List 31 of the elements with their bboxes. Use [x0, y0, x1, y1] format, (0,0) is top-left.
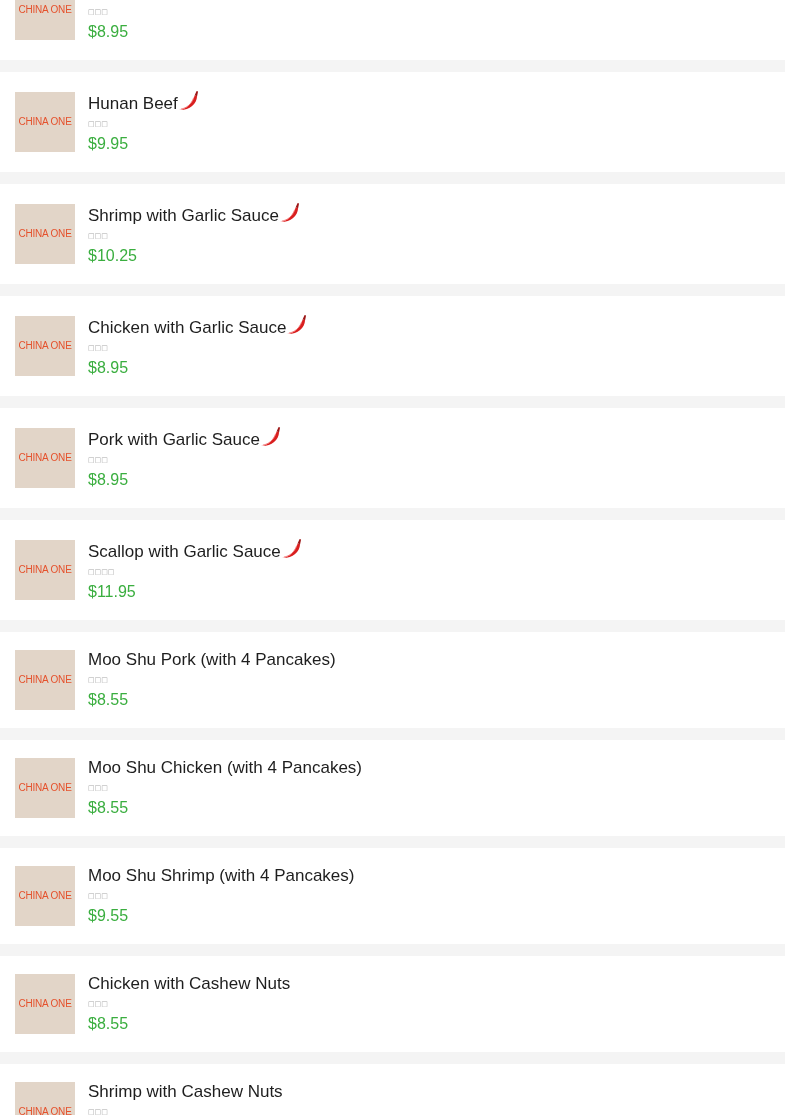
- price-text: $8.55: [88, 1014, 129, 1034]
- dish-name: Moo Shu Shrimp (with 4 Pancakes): [88, 866, 355, 886]
- thumbnail-logo-text: CHINA ONE: [18, 890, 72, 902]
- dish-name: Scallop with Garlic Sauce: [88, 542, 281, 562]
- dish-name: Chicken with Cashew Nuts: [88, 974, 291, 994]
- thumbnail-logo-text: CHINA ONE: [18, 116, 72, 128]
- price-text: $8.95: [88, 22, 129, 42]
- price-text: $8.55: [88, 690, 129, 710]
- dish-name: Pork with Garlic Sauce: [88, 430, 260, 450]
- thumbnail-logo-text: CHINA ONE: [18, 564, 72, 576]
- thumbnail-logo-text: CHINA ONE: [18, 228, 72, 240]
- dish-name: Shrimp with Cashew Nuts: [88, 1082, 283, 1102]
- dish-name: Shrimp with Garlic Sauce: [88, 206, 279, 226]
- thumbnail-logo-text: CHINA ONE: [18, 674, 72, 686]
- thumbnail-logo-text: CHINA ONE: [18, 782, 72, 794]
- price-text: $10.25: [88, 246, 137, 266]
- thumbnail-logo-text: CHINA ONE: [18, 340, 72, 352]
- price-text: $8.95: [88, 470, 129, 490]
- thumbnail-logo-text: CHINA ONE: [18, 452, 72, 464]
- thumbnail-logo-text: CHINA ONE: [18, 4, 72, 16]
- price-text: $8.55: [88, 798, 129, 818]
- thumbnail-logo-text: CHINA ONE: [18, 998, 72, 1010]
- price-text: $9.95: [88, 134, 129, 154]
- dish-name: Hunan Beef: [88, 94, 178, 114]
- price-text: $8.95: [88, 358, 129, 378]
- price-text: $9.55: [88, 906, 129, 926]
- thumbnail-logo-text: CHINA ONE: [18, 1106, 72, 1115]
- dish-name: Moo Shu Chicken (with 4 Pancakes): [88, 758, 363, 778]
- dish-name: Chicken with Garlic Sauce: [88, 318, 287, 338]
- dish-name: Moo Shu Pork (with 4 Pancakes): [88, 650, 336, 670]
- price-text: $11.95: [88, 582, 136, 602]
